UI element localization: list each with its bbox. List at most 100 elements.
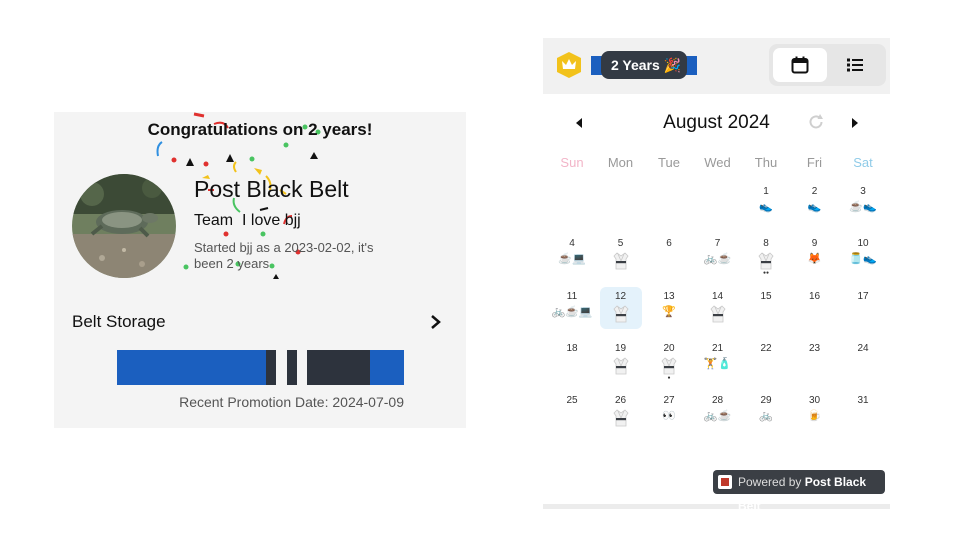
calendar-day[interactable]: 23 [791,339,839,391]
gi-icon [758,252,774,270]
calendar-day[interactable]: 4 ☕💻 [548,234,596,286]
calendar-day[interactable]: 31 [839,391,887,443]
calendar-icon [791,56,809,74]
eyes-icon: 👀 [662,410,676,423]
profile-card: Congratulations on 2 years! Post Black B… [54,112,466,428]
crown-badge-icon [557,52,581,78]
day-activity-icons: 🚲☕💻 [548,305,596,319]
refresh-icon[interactable] [807,113,825,131]
weekday-thu: Thu [754,155,778,170]
calendar-panel: 2 Years 🎉 August 2024 Sun Mon Tue Wed Th… [543,38,890,513]
bike-icon: 🚲 [703,410,718,423]
belt-bar-segment [307,350,370,385]
day-number: 8 [763,238,769,250]
day-number: 20 [663,342,675,354]
started-info: Started bjj as a 2023-02-02, it's been 2… [194,240,374,271]
avatar [72,174,176,278]
bottle-icon: 🧴 [717,357,732,370]
calendar-day[interactable]: 28 🚲☕ [694,391,742,443]
display-name: Post Black Belt [194,176,349,202]
day-number: 2 [811,186,818,197]
calendar-day[interactable]: 25 [548,391,596,443]
day-number: 23 [808,342,821,354]
laptop-icon: 💻 [572,253,586,266]
day-number: 21 [711,342,724,354]
day-activity-icons [597,305,645,323]
day-activity-icons: 🦊 [791,252,839,266]
calendar-day[interactable]: 29 🚲 [742,391,790,443]
calendar-day[interactable]: 20 ● [645,339,693,391]
powered-by-text: Powered by Post Black Belt [738,470,885,518]
list-view-button[interactable] [828,48,882,82]
activity-dots: ●● [762,270,770,277]
brand-logo-icon [718,475,732,489]
coffee-icon: ☕ [849,201,863,213]
day-activity-icons: 👟 [742,200,790,214]
party-popper-icon: 🎉 [663,57,681,73]
calendar-day[interactable]: 24 [839,339,887,391]
calendar-day[interactable]: 22 [742,339,790,391]
trophy-icon: 🏆 [662,305,676,318]
day-number: 26 [614,395,627,407]
day-number: 10 [857,238,869,250]
belt-storage-label: Belt Storage [72,312,166,331]
day-activity-icons: 🚲☕ [694,409,742,423]
calendar-day[interactable]: 8 ●● [742,234,790,286]
calendar-day[interactable]: 21 🏋🧴 [694,339,742,391]
calendar-day[interactable]: 3 ☕👟 [839,182,887,234]
bike-icon: 🚲 [703,253,718,266]
calendar-view-button[interactable] [773,48,827,82]
calendar-day[interactable]: 5 [597,234,645,286]
day-activity-icons: 🍺 [791,409,839,423]
calendar-day[interactable]: 26 [597,391,645,443]
calendar-day[interactable]: 7 🚲☕ [694,234,742,286]
calendar-day[interactable]: 16 [791,287,839,339]
calendar-day[interactable]: 18 [548,339,596,391]
weekday-sun: Sun [560,155,584,170]
years-label: 2 Years [611,57,660,73]
day-activity-icons [597,252,645,270]
calendar-day[interactable]: 13 🏆 [645,287,693,339]
next-month-icon[interactable] [849,116,861,130]
calendar-day[interactable]: 12 [597,286,645,339]
calendar-day[interactable]: 17 [839,287,887,339]
calendar-day[interactable]: 1 👟 [742,182,790,234]
belt-bar-segment [276,350,287,385]
laptop-icon: 💻 [578,305,593,318]
gi-icon [612,305,629,322]
gi-icon [661,357,677,375]
weekday-fri: Fri [806,155,823,170]
powered-by-badge[interactable]: Powered by Post Black Belt [713,470,885,513]
fox-icon: 🦊 [807,253,822,266]
calendar-day[interactable]: 11 🚲☕💻 [548,287,596,339]
team-name: Team I love bjj [194,212,301,229]
bike-icon: 🚲 [551,305,566,318]
calendar-day[interactable]: 9 🦊 [791,234,839,286]
belt-storage-row[interactable]: Belt Storage [72,310,446,336]
calendar-day[interactable]: 6 [645,234,693,286]
calendar-toolbar: 2 Years 🎉 [543,38,890,94]
calendar-day[interactable]: 10 🫙👟 [839,234,887,286]
calendar-day[interactable]: 30 🍺 [791,391,839,443]
day-number: 14 [711,290,724,302]
day-activity-icons: 🫙👟 [839,252,887,266]
turtle-photo [72,174,176,278]
day-number: 4 [569,238,575,250]
day-number: 11 [566,290,578,302]
belt-bar-segment [297,350,307,385]
gi-icon [709,305,726,322]
calendar-day[interactable]: 14 [694,287,742,339]
chevron-right-icon[interactable] [426,311,446,333]
congrats-heading: Congratulations on 2 years! [147,120,373,139]
day-number: 25 [566,395,578,407]
calendar-day[interactable]: 15 [742,287,790,339]
day-activity-icons: ☕💻 [548,252,596,266]
coffee-icon: ☕ [565,305,579,318]
day-activity-icons: 🏆 [645,305,693,319]
calendar-day[interactable]: 2 👟 [791,182,839,234]
calendar-day[interactable]: 19 [597,339,645,391]
calendar-grid: 1 👟 2 👟 3 ☕👟 4 ☕💻 5 6 7 🚲☕ 8 ●● 9 🦊 10 🫙👟 11 🚲☕💻 12 13 🏆 14 15 16… [548,182,888,442]
day-activity-icons [597,409,645,427]
calendar-day[interactable]: 27 👀 [645,391,693,443]
day-number: 28 [711,395,724,407]
